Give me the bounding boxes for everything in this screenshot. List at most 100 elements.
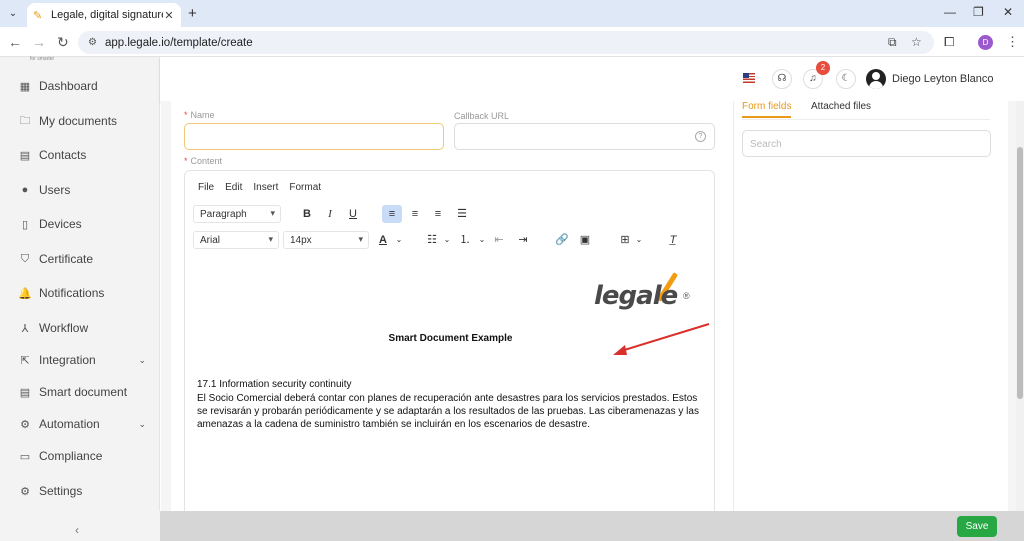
chevron-down-icon[interactable]: ⌄ xyxy=(437,231,457,249)
tab-attached-files[interactable]: Attached files xyxy=(811,101,871,112)
install-app-icon[interactable]: ⧉ xyxy=(888,35,897,50)
sidebar-item-dashboard[interactable]: ▦ Dashboard xyxy=(0,71,160,101)
block-format-select[interactable]: Paragraph xyxy=(193,205,281,223)
sidebar-item-notifications[interactable]: 🔔 Notifications xyxy=(0,278,160,308)
italic-icon[interactable]: I xyxy=(320,205,340,223)
font-family-select[interactable]: Arial xyxy=(193,231,279,249)
bell-icon: 🔔 xyxy=(18,287,32,300)
user-name[interactable]: Diego Leyton Blanco xyxy=(892,73,994,85)
sidebar-item-label: Compliance xyxy=(39,449,103,463)
align-left-icon[interactable]: ≡ xyxy=(382,205,402,223)
sidebar-item-compliance[interactable]: ▭ Compliance xyxy=(0,441,160,471)
close-tab-icon[interactable]: ✕ xyxy=(163,9,175,22)
tab-form-fields[interactable]: Form fields xyxy=(742,101,791,112)
sidebar-item-automation[interactable]: ⚙ Automation ⌄ xyxy=(0,409,160,439)
bookmark-star-icon[interactable]: ☆ xyxy=(911,35,922,49)
underline-icon[interactable]: U xyxy=(343,205,363,223)
sidebar-item-my-documents[interactable]: 🗀 My documents xyxy=(0,106,160,136)
menu-format[interactable]: Format xyxy=(289,182,321,193)
sidebar-footer: ‹ xyxy=(0,511,160,541)
outdent-icon[interactable]: ⇤ xyxy=(489,231,509,249)
document-body[interactable]: legale ® Smart Document Example 17.1 Inf… xyxy=(185,259,714,540)
sidebar-item-label: Notifications xyxy=(39,286,105,300)
callback-url-input[interactable]: ? xyxy=(454,123,715,150)
document-heading: Smart Document Example xyxy=(388,333,513,344)
extensions-puzzle-icon[interactable]: ⧠ xyxy=(944,34,954,50)
sidebar-item-label: Settings xyxy=(39,484,83,498)
align-center-icon[interactable]: ≡ xyxy=(405,205,425,223)
legale-favicon-icon: ✎ xyxy=(33,10,43,22)
browser-menu-icon[interactable]: ⋮ xyxy=(1006,34,1019,50)
save-button[interactable]: Save xyxy=(957,516,997,537)
site-settings-icon[interactable]: ⚙ xyxy=(88,37,97,48)
browser-toolbar: ← → ↻ ⚙ app.legale.io/template/create ⧉ … xyxy=(0,27,1024,57)
sidebar-item-label: My documents xyxy=(39,114,118,128)
active-tab-indicator xyxy=(742,116,791,118)
user-icon: ● xyxy=(21,184,29,196)
browser-tab-strip: ⌄ ✎ Legale, digital signature ✕ + — ❐ ✕ xyxy=(0,0,1024,27)
sidebar-item-label: Workflow xyxy=(39,321,89,335)
user-avatar[interactable] xyxy=(866,69,886,89)
bold-icon[interactable]: B xyxy=(297,205,317,223)
notification-badge: 2 xyxy=(816,61,830,75)
external-icon: ⇱ xyxy=(20,354,30,367)
help-icon[interactable]: ? xyxy=(695,131,706,142)
align-justify-icon[interactable]: ☰ xyxy=(452,205,472,223)
sidebar-item-label: Automation xyxy=(39,417,100,431)
menu-insert[interactable]: Insert xyxy=(253,182,278,193)
page-scrollbar[interactable] xyxy=(1016,101,1024,541)
support-headset-icon[interactable]: ☊ xyxy=(772,69,792,89)
new-tab-plus-icon[interactable]: + xyxy=(188,5,197,22)
us-flag-icon[interactable] xyxy=(743,73,755,83)
name-input[interactable] xyxy=(184,123,444,150)
sidebar-item-label: Smart document xyxy=(39,385,128,399)
close-window-icon[interactable]: ✕ xyxy=(1003,5,1013,19)
sidebar-item-users[interactable]: ● Users xyxy=(0,175,160,205)
sidebar-item-settings[interactable]: ⚙ Settings xyxy=(0,476,160,506)
chevron-down-icon[interactable]: ⌄ xyxy=(389,231,409,249)
browser-tab[interactable]: ✎ Legale, digital signature ✕ xyxy=(27,3,181,27)
reload-icon[interactable]: ↻ xyxy=(57,34,69,51)
dark-mode-moon-icon[interactable]: ☾ xyxy=(836,69,856,89)
menu-file[interactable]: File xyxy=(198,182,214,193)
sidebar-item-contacts[interactable]: ▤ Contacts xyxy=(0,140,160,170)
font-size-select[interactable]: 14px xyxy=(283,231,369,249)
gear-icon: ⚙ xyxy=(20,418,30,431)
profile-avatar[interactable]: D xyxy=(978,35,993,50)
link-icon[interactable]: 🔗 xyxy=(552,231,572,249)
image-icon[interactable]: ▣ xyxy=(575,231,595,249)
sidebar-item-workflow[interactable]: ⅄ Workflow xyxy=(0,313,160,343)
menu-edit[interactable]: Edit xyxy=(225,182,242,193)
sidebar-item-smart-document[interactable]: ▤ Smart document xyxy=(0,377,160,407)
scrollbar-thumb[interactable] xyxy=(1017,147,1023,399)
settings-icon: ⚙ xyxy=(20,485,30,498)
chevron-down-icon: ⌄ xyxy=(138,354,146,365)
action-footer: Save xyxy=(160,511,1024,541)
right-panel: Form fields Attached files Search xyxy=(733,101,1008,541)
align-right-icon[interactable]: ≡ xyxy=(428,205,448,223)
tab-list-chevron-down-icon[interactable]: ⌄ xyxy=(5,6,21,22)
collapse-sidebar-chevron-left-icon[interactable]: ‹ xyxy=(75,523,79,537)
back-arrow-icon[interactable]: ← xyxy=(8,34,22,50)
rich-text-editor[interactable]: File Edit Insert Format Paragraph B I U … xyxy=(184,170,715,541)
address-bar[interactable]: ⚙ app.legale.io/template/create ⧉ ☆ xyxy=(78,31,934,54)
sidebar-item-label: Devices xyxy=(39,217,82,231)
chevron-down-icon[interactable]: ⌄ xyxy=(629,231,649,249)
clear-formatting-icon[interactable]: T̲ xyxy=(663,231,683,249)
registered-mark: ® xyxy=(683,291,690,301)
sidebar: for smarter ▦ Dashboard 🗀 My documents ▤ Co… xyxy=(0,56,160,541)
minimize-icon[interactable]: — xyxy=(944,5,956,19)
sidebar-item-label: Contacts xyxy=(39,148,87,162)
sidebar-item-integration[interactable]: ⇱ Integration ⌄ xyxy=(0,345,160,375)
restore-icon[interactable]: ❐ xyxy=(973,5,984,19)
app-header: ☊ ♫ 2 ☾ Diego Leyton Blanco xyxy=(160,57,1024,101)
contacts-icon: ▤ xyxy=(19,149,31,162)
document-section-title: 17.1 Information security continuity xyxy=(197,379,352,390)
forward-arrow-icon[interactable]: → xyxy=(32,34,46,50)
chevron-down-icon: ⌄ xyxy=(138,418,146,429)
content-label: * Content xyxy=(184,156,223,166)
indent-icon[interactable]: ⇥ xyxy=(513,231,533,249)
search-input[interactable]: Search xyxy=(742,130,991,157)
sidebar-item-certificate[interactable]: ⛉ Certificate xyxy=(0,244,160,274)
sidebar-item-devices[interactable]: ▯ Devices xyxy=(0,209,160,239)
